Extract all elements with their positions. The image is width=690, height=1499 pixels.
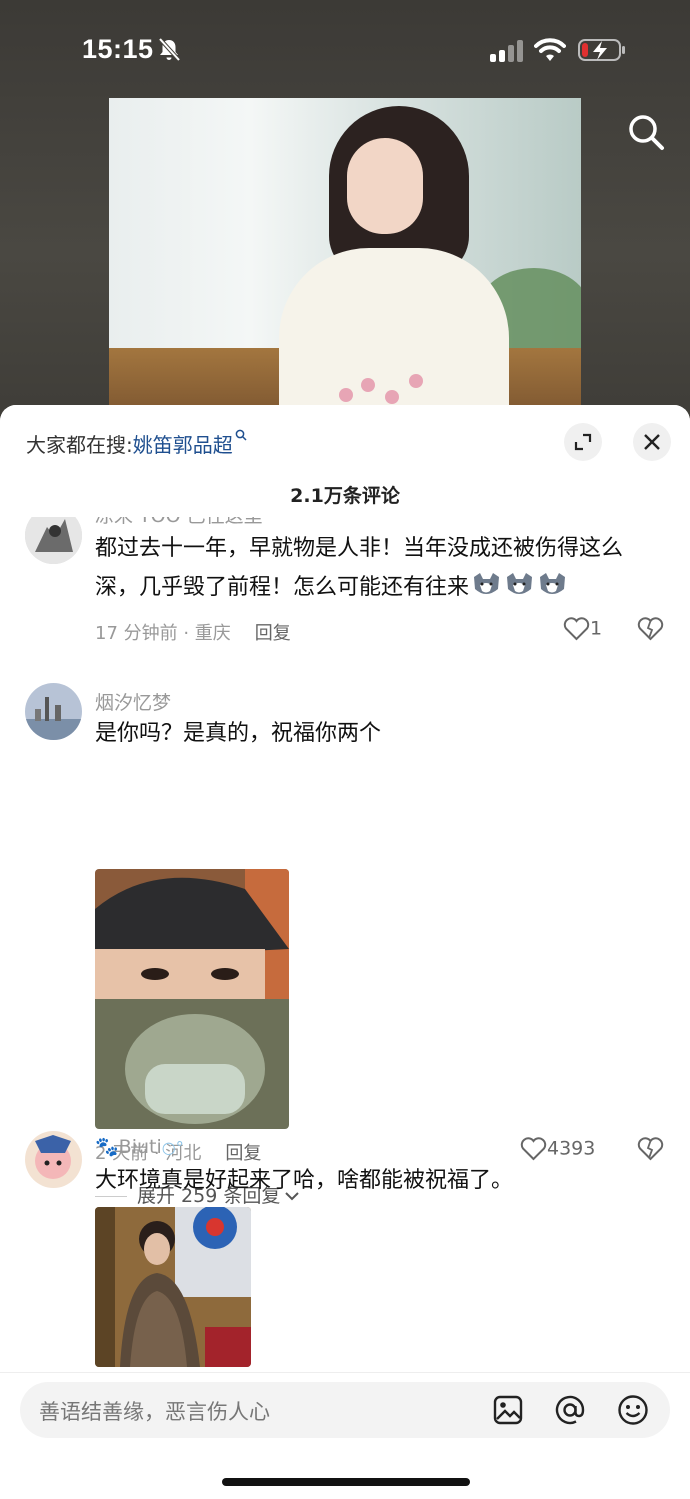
comment-list[interactable]: 凉宋 TOO 已往这里 都过去十一年，早就物是人非！当年没成还被伤得这么深，几乎… [0, 517, 690, 1372]
hot-search-prefix: 大家都在搜: [26, 433, 133, 457]
status-time: 15:15 [82, 34, 154, 64]
reply-button[interactable]: 回复 [255, 623, 291, 644]
hot-search-keyword[interactable]: 姚笛郭品超 [133, 433, 233, 457]
comment-image[interactable] [95, 1207, 251, 1367]
search-icon[interactable] [626, 112, 666, 152]
wolf-emoji-icon [474, 573, 500, 594]
username-text: Biuti [118, 1136, 162, 1158]
expand-button[interactable] [564, 423, 602, 461]
battery-charging-icon [578, 39, 625, 61]
wolf-emoji-icon [540, 573, 566, 594]
comment-text: 是你吗？是真的，祝福你两个 [95, 721, 382, 746]
dislike-icon [637, 617, 664, 641]
comment-sheet: 大家都在搜:姚笛郭品超 2.1万条评论 凉宋 TOO 已往这里 都过去十一年，早… [0, 405, 690, 1499]
comment-item: 凉宋 TOO 已往这里 都过去十一年，早就物是人非！当年没成还被伤得这么深，几乎… [0, 517, 690, 657]
wolf-emoji-icon [507, 573, 533, 594]
at-icon[interactable] [554, 1394, 586, 1426]
signal-icon [490, 40, 524, 62]
avatar[interactable] [25, 683, 82, 740]
like-button[interactable]: 1 [563, 617, 602, 641]
avatar[interactable] [25, 517, 82, 564]
bubbles-icon: ○° [161, 1138, 184, 1157]
wifi-icon [534, 38, 566, 61]
dislike-button[interactable] [637, 617, 664, 641]
small-search-icon [235, 429, 247, 441]
comment-meta: 17 分钟前 · 重庆 回复 [95, 619, 291, 645]
expand-icon [574, 433, 592, 451]
sheet-header: 大家都在搜:姚笛郭品超 2.1万条评论 [0, 405, 690, 517]
comment-input-placeholder: 善语结善缘，恶言伤人心 [39, 1400, 270, 1424]
like-count: 1 [590, 617, 603, 640]
comment-input[interactable]: 善语结善缘，恶言伤人心 [20, 1382, 670, 1438]
comment-text: 大环境真是好起来了哈，啥都能被祝福了。 [95, 1168, 514, 1193]
username[interactable]: 烟汐忆梦 [95, 688, 171, 715]
hot-search-bar[interactable]: 大家都在搜:姚笛郭品超 [26, 429, 247, 458]
emoji-icon[interactable] [617, 1394, 649, 1426]
heart-icon [563, 617, 590, 641]
image-icon[interactable] [492, 1394, 524, 1426]
bell-off-icon [158, 38, 180, 62]
comment-count: 2.1万条评论 [290, 485, 400, 507]
video-background[interactable]: 15:15 [0, 0, 690, 420]
avatar[interactable] [25, 1131, 82, 1188]
paw-icon: 🐾 [95, 1136, 119, 1158]
close-icon [644, 434, 660, 450]
status-bar: 15:15 [0, 0, 690, 100]
comment-image[interactable] [95, 869, 289, 1129]
video-frame[interactable] [109, 98, 581, 420]
username[interactable]: 凉宋 TOO 已往这里 [95, 517, 263, 528]
username[interactable]: 🐾Biuti○° [95, 1135, 184, 1158]
time-location: 17 分钟前 · 重庆 [95, 623, 231, 644]
home-indicator[interactable] [222, 1478, 470, 1486]
close-button[interactable] [633, 423, 671, 461]
comment-text: 都过去十一年，早就物是人非！当年没成还被伤得这么深，几乎毁了前程！怎么可能还有往… [95, 529, 655, 607]
